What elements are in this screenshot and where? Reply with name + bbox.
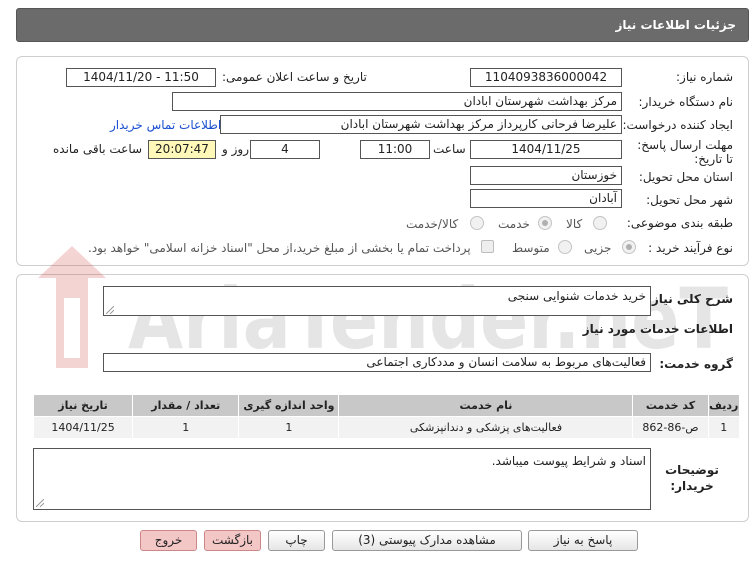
category-service-radio[interactable] (538, 216, 552, 230)
deadline-date-field: 1404/11/25 (470, 140, 622, 159)
process-type-label: نوع فرآیند خرید : (648, 241, 733, 255)
deadline-label: مهلت ارسال پاسخ: تا تاریخ: (637, 138, 733, 166)
province-field: خوزستان (470, 166, 622, 185)
cell-need-date: 1404/11/25 (32, 416, 134, 439)
city-label: شهر محل تحویل: (646, 193, 733, 207)
process-minor-label: جزیی (584, 241, 612, 255)
summary-field: خرید خدمات شنوایی سنجی (103, 286, 651, 316)
buyer-org-label: نام دستگاه خریدار: (638, 95, 734, 109)
deadline-time-label: ساعت (433, 142, 466, 156)
category-goods-service-radio[interactable] (470, 216, 484, 230)
announce-field: 1404/11/20 - 11:50 (66, 68, 216, 87)
process-medium-radio[interactable] (558, 240, 572, 254)
treasury-payment-checkbox[interactable] (481, 240, 494, 253)
view-attachments-button[interactable]: مشاهده مدارک پیوستی (3) (332, 530, 522, 551)
col-quantity: تعداد / مقدار (132, 394, 240, 417)
cell-unit: 1 (238, 416, 340, 439)
page-title: جزئیات اطلاعات نیاز (615, 18, 736, 32)
category-goods-label: کالا (566, 217, 583, 231)
col-row: ردیف (707, 394, 740, 417)
col-service-name: نام خدمت (338, 394, 634, 417)
process-minor-radio[interactable] (622, 240, 636, 254)
exit-button[interactable]: خروج (140, 530, 197, 551)
province-label: استان محل تحویل: (638, 170, 733, 184)
services-table: ردیف کد خدمت نام خدمت واحد اندازه گیری ت… (32, 394, 740, 439)
announce-label: تاریخ و ساعت اعلان عمومی: (222, 70, 367, 84)
days-field: 4 (250, 140, 320, 159)
buyer-notes-field: اسناد و شرایط پیوست میباشد. (33, 448, 651, 510)
reply-button[interactable]: پاسخ به نیاز (528, 530, 638, 551)
back-button[interactable]: بازگشت (204, 530, 261, 551)
city-field: آبادان (470, 189, 622, 208)
table-row: 1 ص-86-862 فعالیت‌های پزشکی و دندانپزشکی… (32, 416, 740, 439)
buyer-org-field: مرکز بهداشت شهرستان ابادان (172, 92, 622, 111)
category-goods-radio[interactable] (593, 216, 607, 230)
category-goods-service-label: کالا/خدمت (406, 217, 459, 231)
col-need-date: تاریخ نیاز (32, 394, 134, 417)
category-label: طبقه بندی موضوعی: (626, 216, 733, 230)
cell-service-name: فعالیت‌های پزشکی و دندانپزشکی (338, 416, 634, 439)
cell-service-code: ص-86-862 (632, 416, 709, 439)
services-section-title: اطلاعات خدمات مورد نیاز (582, 322, 733, 336)
remaining-time-label: ساعت باقی مانده (53, 142, 143, 156)
cell-row: 1 (707, 416, 740, 439)
deadline-time-field: 11:00 (360, 140, 430, 159)
notes-resize-grip-icon[interactable] (36, 499, 44, 507)
summary-resize-grip-icon[interactable] (106, 306, 114, 314)
title-bar: جزئیات اطلاعات نیاز (16, 8, 749, 42)
print-button[interactable]: چاپ (268, 530, 325, 551)
category-service-label: خدمت (498, 217, 530, 231)
service-group-field: فعالیت‌های مربوط به سلامت انسان و مددکار… (103, 353, 651, 372)
days-label: روز و (222, 142, 249, 156)
need-number-label: شماره نیاز: (676, 70, 733, 84)
creator-label: ایجاد کننده درخواست: (622, 118, 733, 132)
col-service-code: کد خدمت (632, 394, 709, 417)
col-unit: واحد اندازه گیری (238, 394, 340, 417)
service-group-label: گروه خدمت: (659, 357, 733, 371)
summary-label: شرح کلی نیاز: (647, 292, 733, 306)
process-medium-label: متوسط (512, 241, 550, 255)
contact-buyer-link[interactable]: اطلاعات تماس خریدار (110, 118, 221, 132)
need-number-field: 1104093836000042 (470, 68, 622, 87)
buyer-notes-label: توضیحات خریدار: (665, 463, 719, 493)
table-header-row: ردیف کد خدمت نام خدمت واحد اندازه گیری ت… (32, 394, 740, 417)
cell-quantity: 1 (132, 416, 240, 439)
creator-field: علیرضا فرحانی کارپرداز مرکز بهداشت شهرست… (220, 115, 622, 134)
remaining-time-field: 20:07:47 (148, 140, 216, 159)
treasury-payment-note: پرداخت تمام یا بخشی از مبلغ خرید،از محل … (88, 241, 471, 255)
